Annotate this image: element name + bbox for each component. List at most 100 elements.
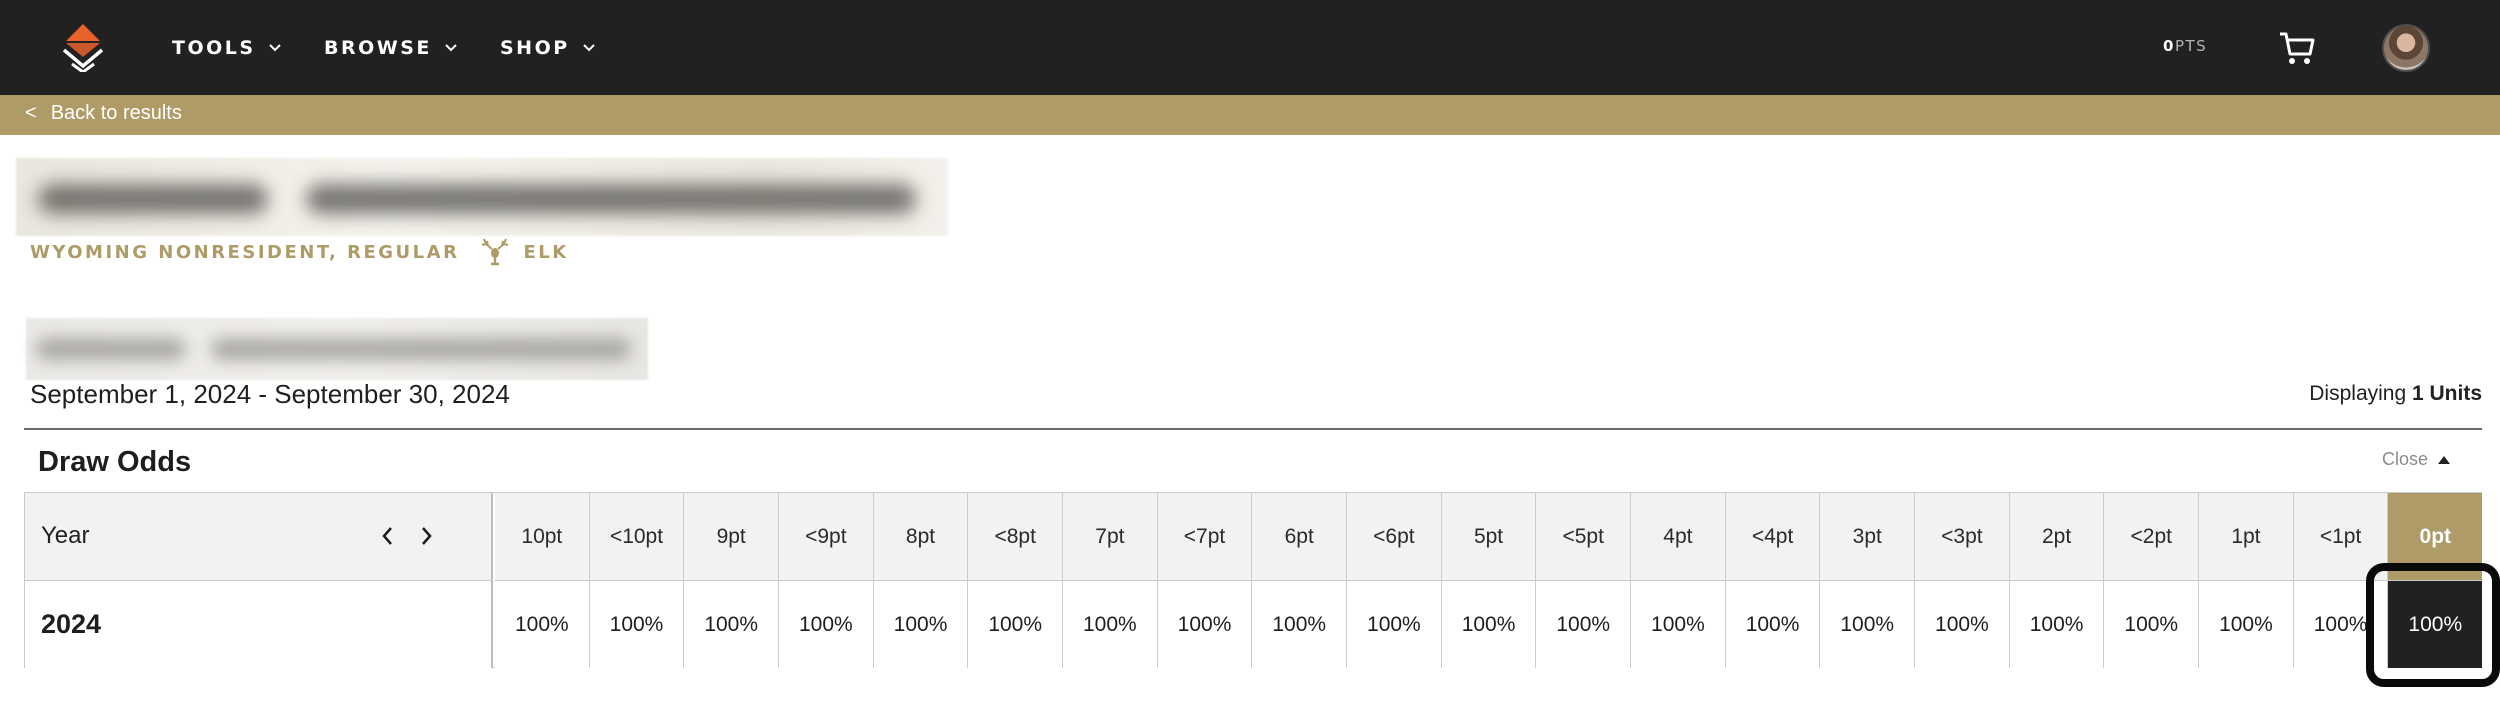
residency-label: WYOMING NONRESIDENT, REGULAR: [30, 241, 460, 263]
points-column-header[interactable]: 5pt: [1441, 493, 1536, 581]
odds-column: 4pt 100%: [1630, 493, 1725, 668]
odds-value-cell[interactable]: 100%: [2388, 581, 2483, 668]
section-divider: [24, 428, 2482, 430]
points-column-header[interactable]: <6pt: [1347, 493, 1441, 581]
points-column-header[interactable]: <4pt: [1725, 493, 1820, 581]
points-columns: 10pt 100% <10pt 100% 9pt 100% <9pt 100% 8pt 100% <…: [495, 493, 2483, 668]
nav-shop-menu[interactable]: SHOP: [500, 35, 596, 61]
units-count: Displaying 1 Units: [2309, 382, 2482, 406]
odds-value-cell[interactable]: 100%: [1820, 581, 1915, 668]
points-column-header[interactable]: 2pt: [2009, 493, 2104, 581]
odds-value-cell[interactable]: 100%: [589, 581, 684, 668]
odds-column: <9pt 100%: [778, 493, 873, 668]
nav-tools-label: TOOLS: [172, 37, 256, 59]
back-to-results-link[interactable]: < Back to results: [25, 102, 182, 125]
odds-column: <4pt 100%: [1724, 493, 1820, 668]
odds-column: 6pt 100%: [1251, 493, 1347, 668]
redacted-hunt-title: [16, 158, 948, 236]
points-column-header[interactable]: <2pt: [2104, 493, 2199, 581]
odds-value-cell[interactable]: 100%: [1631, 581, 1725, 668]
points-indicator[interactable]: 0PTS: [2163, 37, 2207, 55]
odds-column: 5pt 100%: [1440, 493, 1536, 668]
odds-column: 8pt 100%: [872, 493, 968, 668]
points-column-header[interactable]: <5pt: [1536, 493, 1631, 581]
odds-value-cell[interactable]: 100%: [2199, 581, 2293, 668]
odds-value-cell[interactable]: 100%: [1725, 581, 1820, 668]
units-count-value: 1 Units: [2411, 382, 2482, 405]
redacted-unit-name: [26, 318, 648, 380]
odds-value-cell[interactable]: 100%: [873, 581, 968, 668]
points-column-header[interactable]: 3pt: [1820, 493, 1915, 581]
odds-value-cell[interactable]: 100%: [1536, 581, 1631, 668]
year-header-label: Year: [41, 522, 90, 549]
year-cell: 2024: [25, 581, 493, 668]
points-column-header[interactable]: 7pt: [1063, 493, 1157, 581]
points-unit: PTS: [2174, 37, 2208, 55]
chevron-down-icon: [445, 44, 457, 52]
year-column-header: Year: [25, 493, 493, 581]
chevron-left-icon[interactable]: [377, 523, 399, 549]
points-value: 0: [2163, 37, 2175, 55]
year-value: 2024: [41, 609, 102, 639]
odds-value-cell[interactable]: 100%: [1915, 581, 2009, 668]
nav-tools-menu[interactable]: TOOLS: [172, 35, 282, 61]
odds-column: <10pt 100%: [588, 493, 684, 668]
odds-value-cell[interactable]: 100%: [1441, 581, 1536, 668]
odds-value-cell[interactable]: 100%: [495, 581, 589, 668]
points-column-header[interactable]: 8pt: [873, 493, 968, 581]
nav-browse-label: BROWSE: [324, 37, 432, 59]
user-avatar[interactable]: [2382, 24, 2430, 72]
points-column-header[interactable]: 10pt: [495, 493, 589, 581]
caret-up-icon: [2438, 455, 2451, 464]
odds-column: <6pt 100%: [1346, 493, 1441, 668]
odds-column: 2pt 100%: [2008, 493, 2104, 668]
points-column-header[interactable]: 4pt: [1631, 493, 1725, 581]
species-tag: ELK: [481, 238, 568, 266]
odds-column: <7pt 100%: [1156, 493, 1252, 668]
close-label: Close: [2382, 449, 2429, 469]
odds-column: 7pt 100%: [1062, 493, 1157, 668]
odds-column: 3pt 100%: [1819, 493, 1915, 668]
back-arrow-icon: <: [25, 102, 37, 124]
nav-shop-label: SHOP: [500, 37, 570, 59]
odds-column: <1pt 100%: [2292, 493, 2388, 668]
odds-value-cell[interactable]: 100%: [2009, 581, 2104, 668]
nav-browse-menu[interactable]: BROWSE: [324, 35, 458, 61]
odds-value-cell[interactable]: 100%: [1063, 581, 1157, 668]
season-dates: September 1, 2024 - September 30, 2024: [30, 379, 510, 409]
odds-value-cell[interactable]: 100%: [684, 581, 779, 668]
species-label: ELK: [523, 241, 569, 263]
points-column-header[interactable]: <9pt: [779, 493, 873, 581]
units-count-prefix: Displaying: [2309, 382, 2412, 405]
odds-column: <5pt 100%: [1535, 493, 1631, 668]
odds-value-cell[interactable]: 100%: [2293, 581, 2388, 668]
back-to-results-label: Back to results: [50, 102, 182, 124]
odds-value-cell[interactable]: 100%: [1347, 581, 1441, 668]
odds-value-cell[interactable]: 100%: [1252, 581, 1347, 668]
odds-value-cell[interactable]: 100%: [779, 581, 873, 668]
draw-odds-title: Draw Odds: [38, 446, 192, 478]
odds-value-cell[interactable]: 100%: [968, 581, 1063, 668]
odds-column: 1pt 100%: [2198, 493, 2293, 668]
points-column-header[interactable]: <8pt: [968, 493, 1063, 581]
points-column-header[interactable]: <7pt: [1157, 493, 1252, 581]
points-column-header[interactable]: 1pt: [2199, 493, 2293, 581]
points-column-header[interactable]: <1pt: [2293, 493, 2388, 581]
points-column-header[interactable]: <10pt: [589, 493, 684, 581]
points-column-header[interactable]: 9pt: [684, 493, 779, 581]
odds-column: <2pt 100%: [2103, 493, 2199, 668]
chevron-down-icon: [268, 44, 281, 52]
chevron-right-icon[interactable]: [415, 523, 437, 549]
odds-column: <3pt 100%: [1914, 493, 2009, 668]
top-navigation: TOOLS BROWSE SHOP 0PTS: [0, 0, 2500, 95]
chevron-down-icon: [582, 44, 595, 52]
brand-logo-icon[interactable]: [58, 24, 108, 72]
close-draw-odds-button[interactable]: Close: [2382, 449, 2451, 470]
odds-value-cell[interactable]: 100%: [1157, 581, 1252, 668]
points-column-header[interactable]: 0pt: [2388, 493, 2483, 581]
odds-value-cell[interactable]: 100%: [2104, 581, 2199, 668]
odds-column: 0pt 100%: [2387, 493, 2483, 668]
cart-icon[interactable]: [2278, 30, 2316, 66]
points-column-header[interactable]: <3pt: [1915, 493, 2009, 581]
points-column-header[interactable]: 6pt: [1252, 493, 1347, 581]
